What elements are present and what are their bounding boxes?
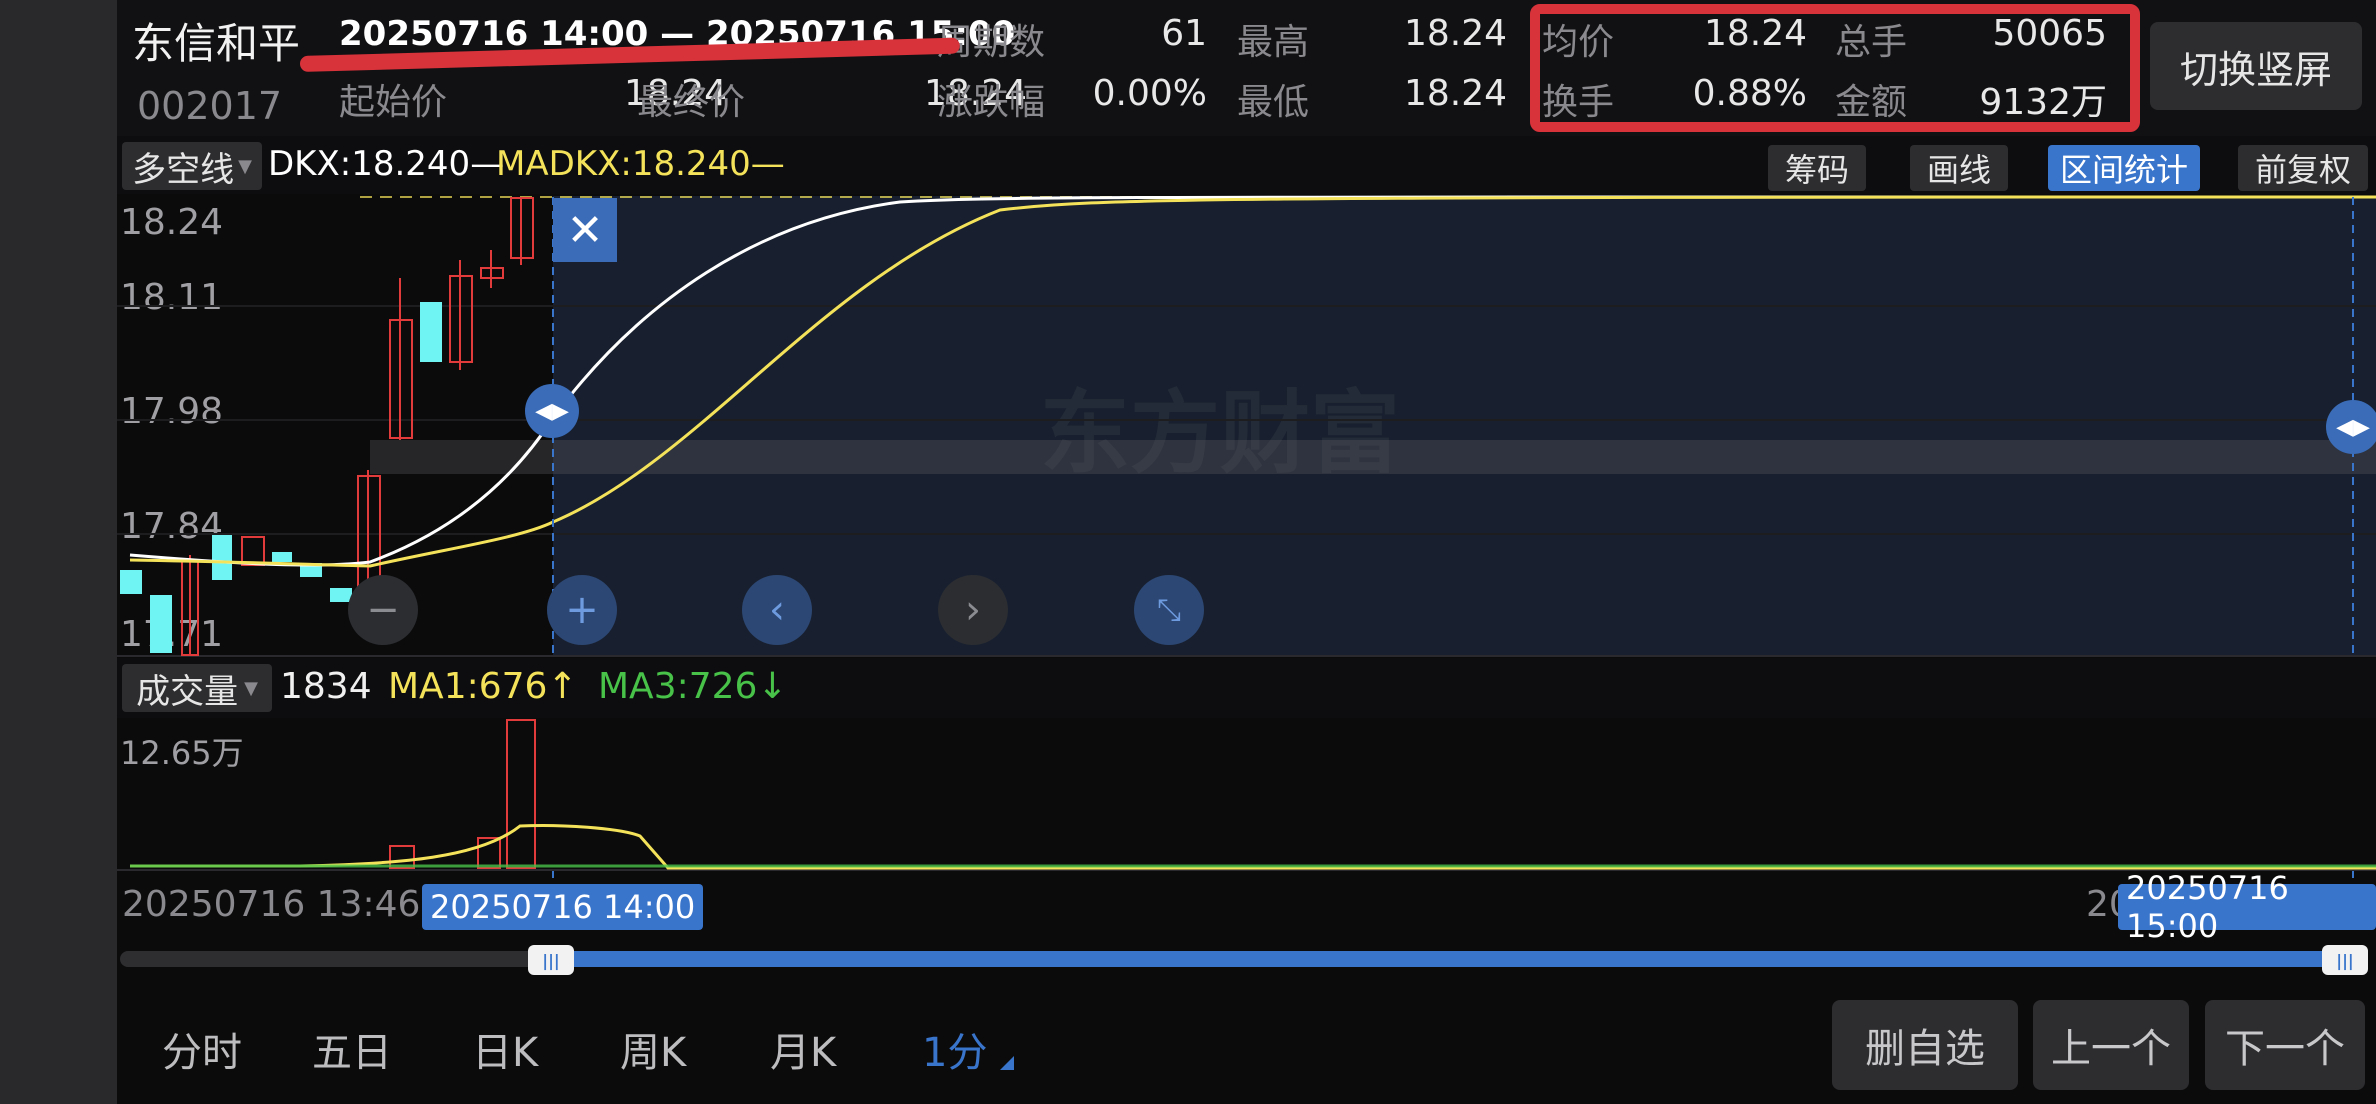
grip-icon: |||: [542, 950, 560, 970]
tab-five-day[interactable]: 五日: [312, 1020, 392, 1078]
selection-end-time: 20250716 15:00: [2118, 869, 2376, 945]
tab-1min-dropdown-icon: [1000, 1056, 1014, 1070]
range-slider-fill: [553, 951, 2353, 967]
next-stock-button[interactable]: 下一个: [2205, 1000, 2365, 1090]
time-axis-left: 20250716 13:46: [122, 884, 421, 925]
range-slider-right-handle[interactable]: |||: [2322, 945, 2368, 975]
ma1-line: [130, 823, 2376, 870]
tab-monthly-k[interactable]: 月K: [770, 1020, 836, 1078]
tab-1min[interactable]: 1分: [922, 1020, 987, 1078]
selection-start-time: 20250716 14:00: [422, 884, 704, 930]
tab-intraday[interactable]: 分时: [162, 1020, 242, 1078]
remove-watchlist-button[interactable]: 删自选: [1832, 1000, 2018, 1090]
previous-stock-button[interactable]: 上一个: [2033, 1000, 2189, 1090]
range-slider-left-handle[interactable]: |||: [528, 945, 574, 975]
grip-icon: |||: [2336, 950, 2354, 970]
volume-chart-svg: [117, 719, 2376, 871]
tab-daily-k[interactable]: 日K: [472, 1020, 538, 1078]
volume-bar: [506, 719, 536, 869]
tab-weekly-k[interactable]: 周K: [620, 1020, 686, 1078]
